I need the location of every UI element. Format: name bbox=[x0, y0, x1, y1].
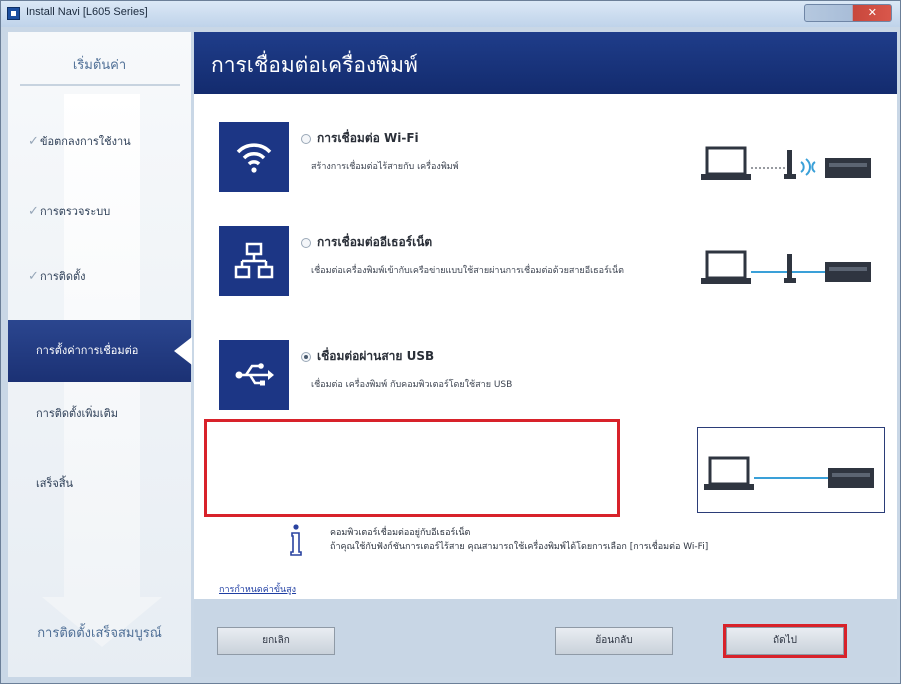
sidebar-step-label: ข้อตกลงการใช้งาน bbox=[40, 135, 131, 148]
usb-highlight-frame bbox=[204, 419, 620, 517]
sidebar-step-finish: เสร็จสิ้น bbox=[8, 464, 191, 504]
sidebar-step-label: การตรวจระบบ bbox=[40, 205, 111, 218]
sidebar-step-agreement: ✓ ข้อตกลงการใช้งาน bbox=[8, 122, 191, 162]
sidebar-title: เริ่มต้นค่า bbox=[72, 58, 127, 73]
sidebar-step-installation: ✓ การติดตั้ง bbox=[8, 257, 191, 297]
usb-icon bbox=[219, 340, 289, 410]
info-line-1: คอมพิวเตอร์เชื่อมต่ออยู่กับอีเธอร์เน็ต bbox=[330, 528, 471, 538]
info-message: คอมพิวเตอร์เชื่อมต่ออยู่กับอีเธอร์เน็ต ถ… bbox=[330, 526, 850, 554]
sidebar-footer: การติดตั้งเสร็จสมบูรณ์ bbox=[37, 626, 162, 641]
info-icon bbox=[290, 524, 302, 556]
option-wifi[interactable]: การเชื่อมต่อ Wi-Fi สร้างการเชื่อมต่อไร้ส… bbox=[219, 122, 889, 212]
sidebar: เริ่มต้นค่า ✓ ข้อตกลงการใช้งาน ✓ การตรวจ… bbox=[8, 32, 192, 677]
sidebar-step-label: การติดตั้งเพิ่มเติม bbox=[36, 407, 118, 420]
info-line-2: ถ้าคุณใช้กับฟังก์ชันการเตอร์ไร้สาย คุณสา… bbox=[330, 542, 709, 552]
sidebar-step-label: เสร็จสิ้น bbox=[36, 477, 74, 490]
option-ethernet[interactable]: การเชื่อมต่ออีเธอร์เน็ต เชื่อมต่อเครื่อง… bbox=[219, 226, 889, 316]
app-icon bbox=[7, 7, 20, 20]
wifi-icon bbox=[219, 122, 289, 192]
sidebar-step-additional-install: การติดตั้งเพิ่มเติม bbox=[8, 394, 191, 434]
window-controls[interactable]: ✕ bbox=[804, 4, 892, 22]
network-icon bbox=[219, 226, 289, 296]
usb-option-desc: เชื่อมต่อ เครื่องพิมพ์ กับคอมพิวเตอร์โดย… bbox=[311, 380, 513, 390]
sidebar-step-system-check: ✓ การตรวจระบบ bbox=[8, 192, 191, 232]
wifi-connection-diagram bbox=[701, 146, 871, 180]
ethernet-connection-diagram bbox=[701, 250, 871, 284]
option-usb[interactable]: เชื่อมต่อผ่านสาย USB เชื่อมต่อ เครื่องพิ… bbox=[219, 340, 889, 430]
ethernet-option-desc: เชื่อมต่อเครื่องพิมพ์เข้ากับเครือข่ายแบบ… bbox=[311, 266, 624, 276]
sidebar-step-label: การติดตั้ง bbox=[40, 270, 86, 283]
ethernet-option-title: การเชื่อมต่ออีเธอร์เน็ต bbox=[317, 235, 433, 249]
sidebar-step-label: การตั้งค่าการเชื่อมต่อ bbox=[36, 344, 139, 357]
usb-option-title: เชื่อมต่อผ่านสาย USB bbox=[317, 349, 435, 363]
close-icon[interactable]: ✕ bbox=[868, 6, 877, 19]
ethernet-radio[interactable] bbox=[301, 238, 311, 248]
usb-radio[interactable] bbox=[301, 352, 311, 362]
installer-window: Install Navi [L605 Series] ✕ เริ่มต้นค่า… bbox=[0, 0, 901, 684]
page-title: การเชื่อมต่อเครื่องพิมพ์ bbox=[211, 53, 418, 77]
advanced-settings-link[interactable]: การกำหนดค่าขั้นสูง bbox=[219, 582, 296, 596]
wifi-option-desc: สร้างการเชื่อมต่อไร้สายกับ เครื่องพิมพ์ bbox=[311, 162, 459, 172]
check-icon: ✓ bbox=[28, 134, 39, 149]
usb-diagram-frame bbox=[697, 427, 885, 513]
check-icon: ✓ bbox=[28, 269, 39, 284]
check-icon: ✓ bbox=[28, 204, 39, 219]
page-header: การเชื่อมต่อเครื่องพิมพ์ bbox=[194, 32, 897, 94]
next-button[interactable]: ถัดไป bbox=[723, 624, 847, 658]
wifi-radio[interactable] bbox=[301, 134, 311, 144]
footer-bar: ยกเลิก ย้อนกลับ ถัดไป bbox=[194, 599, 897, 677]
title-bar: Install Navi [L605 Series] ✕ bbox=[1, 1, 900, 27]
usb-connection-diagram bbox=[704, 456, 874, 490]
main-content: การเชื่อมต่อ Wi-Fi สร้างการเชื่อมต่อไร้ส… bbox=[194, 94, 897, 599]
wifi-option-title: การเชื่อมต่อ Wi-Fi bbox=[317, 131, 419, 145]
back-button[interactable]: ย้อนกลับ bbox=[555, 627, 673, 655]
cancel-button[interactable]: ยกเลิก bbox=[217, 627, 335, 655]
sidebar-step-connection-setup: การตั้งค่าการเชื่อมต่อ bbox=[8, 320, 192, 382]
sidebar-divider bbox=[20, 84, 180, 86]
window-title: Install Navi [L605 Series] bbox=[26, 6, 148, 18]
